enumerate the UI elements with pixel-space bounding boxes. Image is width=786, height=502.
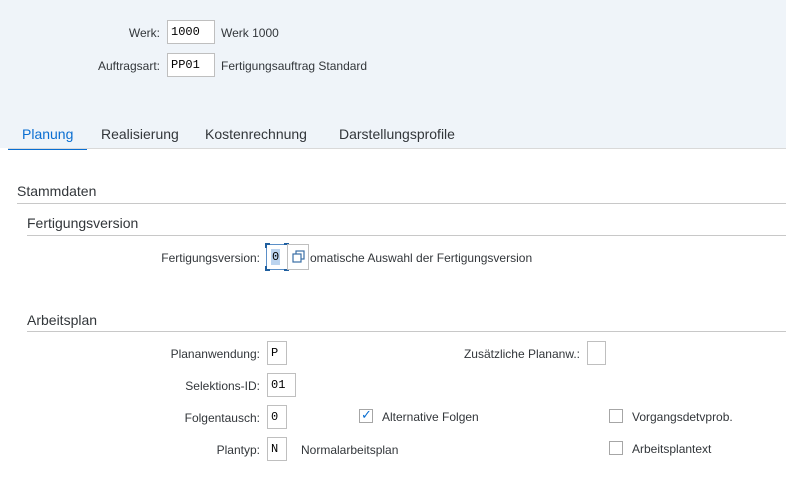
stammdaten-title: Stammdaten: [17, 183, 97, 199]
fertigungsversion-value: 0: [271, 249, 281, 265]
folgentausch-label: Folgentausch:: [184, 411, 260, 425]
focus-corner-bl: [265, 266, 270, 271]
selektions-id-field[interactable]: 01: [267, 373, 296, 397]
value-help-button[interactable]: [287, 244, 309, 270]
alternative-folgen-checkbox[interactable]: ✓: [359, 407, 373, 423]
alternative-folgen-label: Alternative Folgen: [382, 410, 479, 424]
folgentausch-field[interactable]: 0: [267, 405, 287, 429]
fertigungsversion-label: Fertigungsversion:: [161, 251, 260, 265]
stammdaten-divider: [17, 203, 786, 204]
auftragsart-description: Fertigungsauftrag Standard: [221, 59, 368, 73]
zusaetzliche-plananw-field[interactable]: [587, 341, 606, 365]
fertigungsversion-description: omatische Auswahl der Fertigungsversion: [310, 251, 533, 265]
arbeitsplantext-checkbox[interactable]: [609, 441, 623, 455]
tab-kostenrechnung[interactable]: Kostenrechnung: [205, 120, 307, 150]
zusaetzliche-plananw-label: Zusätzliche Plananw.:: [463, 347, 580, 361]
werk-label: Werk:: [128, 26, 160, 40]
werk-description: Werk 1000: [221, 26, 279, 40]
plananwendung-field[interactable]: P: [267, 341, 287, 365]
plantyp-description: Normalarbeitsplan: [301, 443, 399, 457]
tab-planung[interactable]: Planung: [8, 120, 87, 150]
tab-divider: [8, 148, 786, 149]
fertigungsversion-divider: [27, 235, 786, 236]
auftragsart-label: Auftragsart:: [97, 59, 160, 73]
vorgangsdetvprob-label: Vorgangsdetvprob.: [632, 410, 733, 424]
vorgangsdetvprob-checkbox[interactable]: [609, 409, 623, 423]
selektions-id-label: Selektions-ID:: [185, 379, 260, 393]
werk-field[interactable]: 1000: [167, 20, 215, 44]
auftragsart-field[interactable]: PP01: [167, 53, 215, 77]
tab-realisierung[interactable]: Realisierung: [101, 120, 179, 150]
fertigungsversion-group-title: Fertigungsversion: [27, 215, 139, 231]
checkmark-icon: ✓: [361, 407, 372, 422]
plantyp-label: Plantyp:: [216, 443, 260, 457]
plantyp-field[interactable]: N: [267, 437, 287, 461]
tab-darstellungsprofile[interactable]: Darstellungsprofile: [339, 120, 455, 150]
arbeitsplan-group-title: Arbeitsplan: [27, 312, 98, 328]
arbeitsplantext-label: Arbeitsplantext: [632, 442, 712, 456]
plananwendung-label: Plananwendung:: [170, 347, 260, 361]
focus-corner-tl: [265, 243, 270, 248]
arbeitsplan-divider: [27, 331, 786, 332]
